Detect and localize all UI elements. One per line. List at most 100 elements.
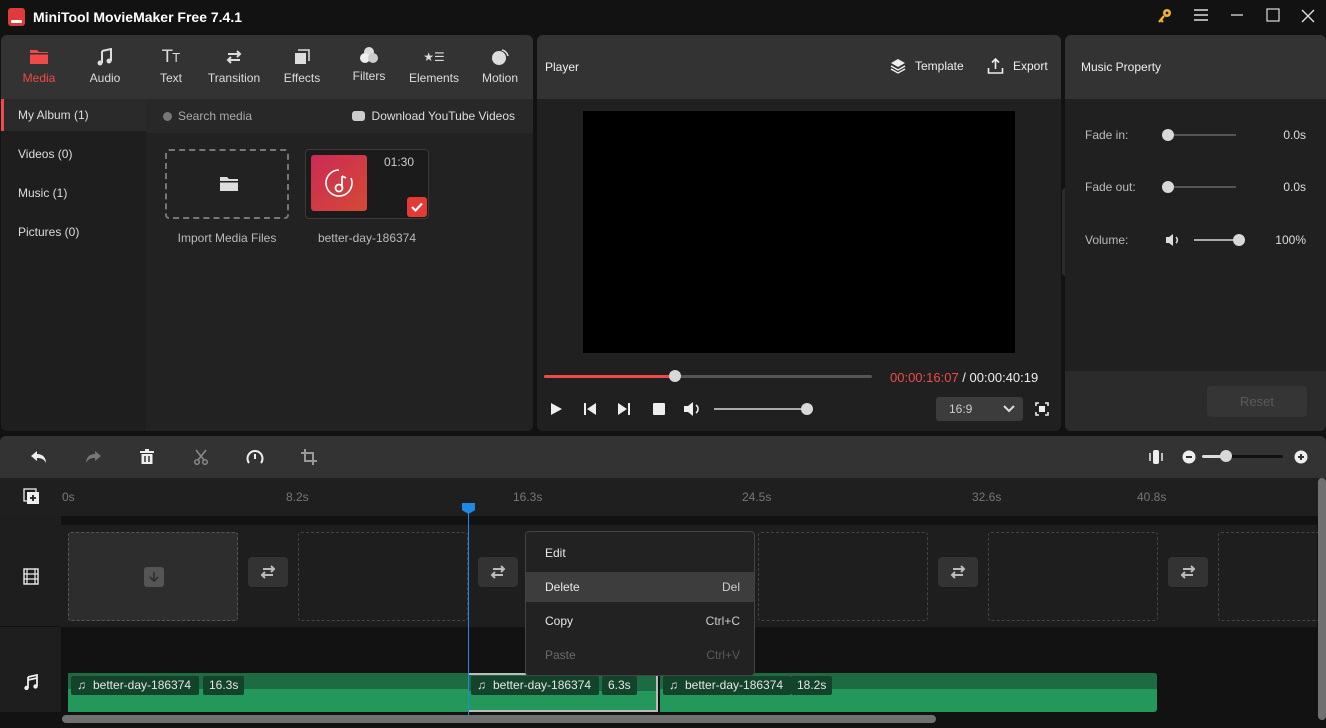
media-item[interactable]: 01:30 (305, 149, 429, 219)
volume-row: Volume: 100% (1085, 233, 1306, 247)
tab-audio[interactable]: Audio (72, 35, 138, 99)
fade-in-slider[interactable] (1162, 129, 1236, 141)
video-slot[interactable] (988, 532, 1158, 621)
menu-item-edit[interactable]: Edit (526, 538, 754, 568)
download-youtube-button[interactable]: Download YouTube Videos (351, 109, 515, 123)
fade-out-handle[interactable] (1162, 181, 1174, 193)
plus-circle-icon (1294, 450, 1308, 464)
track-headers (0, 516, 61, 712)
fit-timeline-button[interactable] (1145, 446, 1167, 468)
timeline-zoom-handle[interactable] (1220, 450, 1233, 462)
video-drop-slot[interactable] (68, 532, 238, 621)
property-volume-slider[interactable] (1194, 234, 1245, 246)
album-music[interactable]: Music (1) (1, 177, 146, 209)
export-icon (987, 58, 1004, 74)
volume-handle[interactable] (801, 403, 813, 415)
search-media-input[interactable]: Search media (163, 109, 252, 123)
volume-slider[interactable] (714, 403, 813, 415)
music-note-icon: ♫ (77, 678, 86, 692)
tab-media[interactable]: Media (6, 35, 72, 99)
split-button[interactable] (190, 446, 212, 468)
previous-frame-button[interactable] (583, 402, 597, 419)
speaker-icon (684, 402, 699, 416)
media-toolbar: Search media Download YouTube Videos (146, 99, 533, 133)
transition-slot[interactable] (938, 557, 978, 587)
video-preview[interactable] (583, 111, 1015, 353)
elements-icon: ★☰ (423, 50, 445, 64)
progress-handle[interactable] (669, 370, 682, 382)
speedometer-icon (246, 450, 264, 464)
maximize-icon[interactable] (1262, 8, 1284, 26)
video-slot[interactable] (298, 532, 468, 621)
fade-out-slider[interactable] (1162, 181, 1236, 193)
zoom-in-button[interactable] (1290, 446, 1312, 468)
fullscreen-button[interactable] (1035, 402, 1049, 419)
next-frame-button[interactable] (617, 402, 631, 419)
tab-motion[interactable]: Motion (467, 35, 533, 99)
music-note-icon (325, 169, 353, 197)
audio-clip[interactable]: ♫ better-day-186374 16.3s (68, 673, 468, 712)
tab-filters[interactable]: Filters (336, 35, 402, 99)
tab-transition[interactable]: Transition (201, 35, 267, 99)
menu-item-delete[interactable]: Delete Del (526, 572, 754, 602)
undo-button[interactable] (28, 446, 50, 468)
delete-button[interactable] (136, 446, 158, 468)
aspect-ratio-select[interactable]: 16:9 (936, 397, 1023, 421)
skip-forward-icon (618, 403, 630, 415)
video-slot[interactable] (1218, 532, 1326, 621)
speaker-icon (1166, 234, 1179, 246)
redo-icon (86, 451, 101, 463)
transition-slot[interactable] (1168, 557, 1208, 587)
total-time: 00:00:40:19 (969, 370, 1039, 385)
key-icon[interactable] (1154, 8, 1176, 26)
horizontal-scrollbar[interactable] (62, 715, 936, 723)
timeline-ruler[interactable]: 0s 8.2s 16.3s 24.5s 32.6s 40.8s (0, 478, 1326, 516)
trash-icon (140, 449, 154, 464)
volume-button[interactable] (683, 401, 703, 420)
add-track-button[interactable] (23, 488, 40, 508)
music-note-icon: ♫ (477, 678, 486, 692)
fit-icon (1149, 450, 1163, 464)
tab-effects[interactable]: Effects (269, 35, 335, 99)
audio-clip-name: ♫ better-day-186374 (663, 676, 792, 695)
tab-elements[interactable]: ★☰ Elements (401, 35, 467, 99)
export-button[interactable]: Export (987, 58, 1048, 74)
playback-progress-slider[interactable] (544, 370, 872, 382)
transition-icon (260, 565, 276, 579)
current-time: 00:00:16:07 (890, 370, 959, 385)
album-my-album[interactable]: My Album (1) (1, 99, 146, 131)
album-videos[interactable]: Videos (0) (1, 138, 146, 170)
zoom-out-button[interactable] (1178, 446, 1200, 468)
minimize-icon[interactable] (1226, 8, 1248, 26)
transition-slot[interactable] (478, 557, 518, 587)
audio-clip-selected[interactable]: ♫ better-day-186374 6.3s (468, 673, 658, 712)
close-icon[interactable] (1297, 8, 1319, 26)
template-button[interactable]: Template (890, 58, 964, 74)
audio-clip[interactable]: ♫ better-day-186374 18.2s (660, 673, 1157, 712)
audio-clip-name: ♫ better-day-186374 (471, 676, 600, 695)
playhead-line (468, 512, 469, 716)
crop-button[interactable] (298, 446, 320, 468)
folder-icon (220, 177, 238, 191)
property-footer: Reset (1065, 371, 1326, 431)
stop-button[interactable] (652, 402, 666, 419)
transition-slot[interactable] (248, 557, 288, 587)
play-button[interactable] (549, 402, 563, 419)
video-slot[interactable] (758, 532, 928, 621)
selected-check-icon[interactable] (407, 197, 427, 217)
timeline-zoom-slider[interactable] (1202, 450, 1283, 462)
download-icon (144, 567, 164, 587)
filters-icon (336, 46, 402, 64)
vertical-scrollbar[interactable] (1318, 478, 1326, 720)
property-volume-handle[interactable] (1233, 234, 1245, 246)
reset-button[interactable]: Reset (1207, 386, 1307, 417)
speed-button[interactable] (244, 446, 266, 468)
album-pictures[interactable]: Pictures (0) (1, 216, 146, 248)
tab-text[interactable]: TT Text (138, 35, 204, 99)
menu-icon[interactable] (1190, 8, 1212, 26)
import-media-button[interactable] (165, 149, 289, 219)
search-icon (163, 112, 172, 121)
menu-item-copy[interactable]: Copy Ctrl+C (526, 606, 754, 636)
fade-in-handle[interactable] (1162, 129, 1174, 141)
redo-button[interactable] (82, 446, 104, 468)
